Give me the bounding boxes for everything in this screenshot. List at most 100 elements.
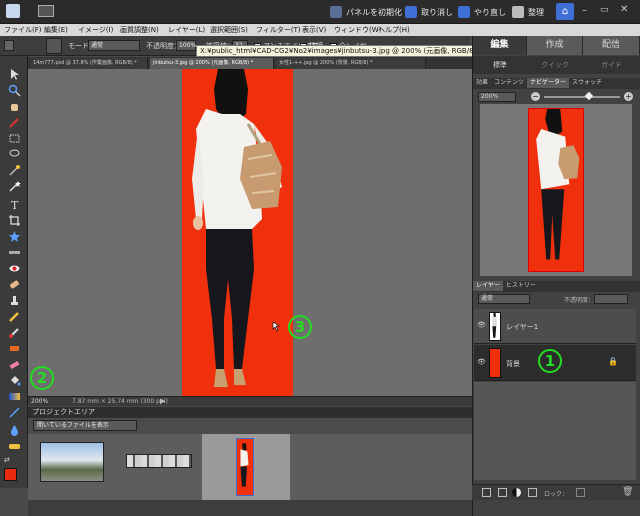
- trash-icon[interactable]: 🗑: [622, 487, 633, 497]
- shape-tool-icon[interactable]: [8, 406, 21, 419]
- panel-tab-content[interactable]: コンテンツ: [491, 78, 527, 88]
- red-eye-tool-icon[interactable]: [8, 262, 21, 275]
- layer-opacity-input[interactable]: [594, 294, 628, 304]
- menu-layer[interactable]: レイヤー(L): [168, 25, 205, 35]
- tool-preset-icon[interactable]: [4, 40, 14, 51]
- reset-panels-icon: [330, 6, 342, 18]
- quick-select-tool-icon[interactable]: [8, 164, 21, 177]
- project-bottom-bar: [28, 500, 472, 516]
- straighten-tool-icon[interactable]: [8, 246, 21, 259]
- menu-image[interactable]: イメージ(I): [78, 25, 113, 35]
- subtab-guided[interactable]: ガイド: [583, 56, 640, 74]
- eyedropper-tool-icon[interactable]: [8, 116, 21, 129]
- panel-tab-navigator[interactable]: ナビゲーター: [527, 78, 570, 88]
- background-layer-name: 背景: [506, 360, 520, 368]
- project-thumb-1[interactable]: [40, 442, 104, 482]
- minimize-icon[interactable]: –: [582, 5, 587, 16]
- lock-icon: 🔒: [608, 357, 618, 366]
- zoom-out-icon[interactable]: −: [531, 92, 540, 101]
- zoom-status[interactable]: 200%: [31, 398, 48, 405]
- panel-tab-swatches[interactable]: スウォッチ: [569, 78, 605, 88]
- doc-tab-1[interactable]: 14m777.psd @ 37.8% (作業画像, RGB/8) *: [30, 58, 148, 69]
- panel-tab-history[interactable]: ヒストリー: [503, 281, 539, 291]
- annotation-marker-2: 2: [30, 366, 54, 390]
- eye-icon[interactable]: 👁: [477, 358, 486, 366]
- canvas-area[interactable]: 3: [28, 69, 472, 396]
- new-group-icon[interactable]: [498, 488, 507, 497]
- healing-brush-tool-icon[interactable]: [8, 278, 21, 291]
- woman-figure: [192, 69, 282, 387]
- workspace-icon[interactable]: [38, 5, 54, 17]
- hand-tool-icon[interactable]: [8, 100, 21, 113]
- tab-create[interactable]: 作成: [527, 36, 583, 55]
- pattern-swatch[interactable]: [46, 38, 62, 54]
- pencil-tool-icon[interactable]: [8, 310, 21, 323]
- menu-help[interactable]: ヘルプ(H): [378, 25, 410, 35]
- status-arrow-icon[interactable]: ▶: [160, 397, 165, 405]
- magic-wand-tool-icon[interactable]: [8, 180, 21, 193]
- home-icon[interactable]: ⌂: [556, 3, 574, 20]
- doc-tab-3[interactable]: 女性1-++.jpg @ 200% (背景, RGB/8) *: [276, 58, 426, 69]
- document-image[interactable]: [182, 69, 293, 396]
- dimension-status: 7.87 mm × 25.74 mm (300 ppi): [72, 398, 168, 405]
- navigator-zoom-slider[interactable]: [544, 96, 620, 98]
- subtab-standard[interactable]: 標準: [473, 56, 527, 74]
- cookie-cutter-tool-icon[interactable]: [8, 230, 21, 243]
- layer-row-layer1[interactable]: 👁 レイヤー1: [474, 309, 636, 344]
- foreground-color-swatch[interactable]: [4, 468, 17, 481]
- new-layer-icon[interactable]: [482, 488, 491, 497]
- reset-panels-button[interactable]: パネルを初期化: [330, 4, 402, 20]
- menu-view[interactable]: 表示(V): [302, 25, 326, 35]
- zoom-in-icon[interactable]: +: [624, 92, 633, 101]
- tab-edit[interactable]: 編集: [473, 36, 527, 55]
- adjustment-layer-icon[interactable]: [512, 488, 521, 497]
- swap-colors-icon[interactable]: ⇄: [4, 456, 10, 464]
- layer-blend-mode-select[interactable]: 通常: [478, 294, 530, 304]
- eye-icon[interactable]: 👁: [477, 321, 486, 329]
- mode-select[interactable]: 通常: [88, 40, 140, 51]
- eraser-tool-icon[interactable]: [8, 358, 21, 371]
- menu-edit[interactable]: 編集(E): [44, 25, 68, 35]
- maximize-icon[interactable]: ▭: [600, 5, 609, 15]
- clone-stamp-tool-icon[interactable]: [8, 294, 21, 307]
- lock-transparency-icon[interactable]: [576, 488, 585, 497]
- smart-brush-tool-icon[interactable]: [8, 342, 21, 355]
- menu-filter[interactable]: フィルター(T): [256, 25, 301, 35]
- panel-tab-layers[interactable]: レイヤー: [473, 281, 503, 291]
- navigator-preview[interactable]: [480, 104, 632, 276]
- panel-tab-effects[interactable]: 効果: [473, 78, 491, 88]
- blur-tool-icon[interactable]: [8, 424, 21, 437]
- redo-button[interactable]: やり直し: [458, 4, 506, 20]
- zoom-tool-icon[interactable]: [8, 84, 21, 97]
- lasso-tool-icon[interactable]: [8, 148, 21, 161]
- menu-select[interactable]: 選択範囲(S): [210, 25, 248, 35]
- layer-mask-icon[interactable]: [528, 488, 537, 497]
- menu-bar: ファイル(F) 編集(E) イメージ(I) 画質調整(N) レイヤー(L) 選択…: [0, 24, 640, 36]
- menu-window[interactable]: ウィンドウ(W): [334, 25, 381, 35]
- menu-file[interactable]: ファイル(F): [4, 25, 42, 35]
- navigator-zoom-input[interactable]: 200%: [478, 92, 516, 102]
- organize-button[interactable]: 整理: [512, 4, 544, 20]
- move-tool-icon[interactable]: [8, 68, 21, 81]
- undo-icon: [405, 6, 417, 18]
- project-thumb-3[interactable]: [236, 438, 254, 496]
- marquee-tool-icon[interactable]: [8, 132, 21, 145]
- photoshop-elements-window: パネルを初期化 取り消し やり直し 整理 ⌂ – ▭ ✕ ファイル(F) 編集(…: [0, 0, 640, 516]
- opacity-input[interactable]: 100%: [176, 40, 196, 51]
- navigator-thumbnail: [528, 108, 584, 272]
- crop-tool-icon[interactable]: [8, 214, 21, 227]
- project-thumb-2[interactable]: [126, 454, 192, 468]
- menu-enhance[interactable]: 画質調整(N): [120, 25, 159, 35]
- close-icon[interactable]: ✕: [620, 4, 628, 15]
- doc-tab-2[interactable]: jinbutsu-3.jpg @ 200% (元画像, RGB/8) *: [150, 58, 274, 69]
- project-filter-select[interactable]: 開いているファイルを表示: [33, 420, 137, 431]
- subtab-quick[interactable]: クイック: [527, 56, 583, 74]
- brush-tool-icon[interactable]: [8, 326, 21, 339]
- sponge-tool-icon[interactable]: [8, 440, 21, 453]
- type-tool-icon[interactable]: T: [8, 198, 21, 212]
- tab-share[interactable]: 配信: [583, 36, 640, 55]
- organize-icon: [512, 6, 524, 18]
- undo-button[interactable]: 取り消し: [405, 4, 453, 20]
- gradient-tool-icon[interactable]: [8, 390, 21, 403]
- paint-bucket-tool-icon[interactable]: [8, 374, 21, 387]
